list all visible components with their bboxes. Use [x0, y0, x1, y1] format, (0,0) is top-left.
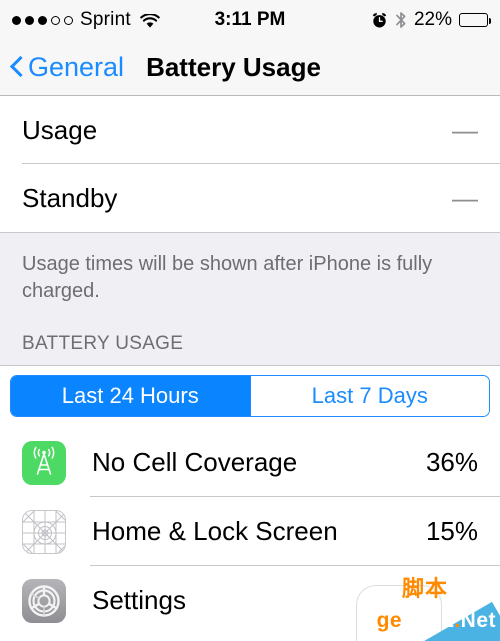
- list-item-label: Home & Lock Screen: [92, 516, 338, 546]
- segmented-control-container: Last 24 Hours Last 7 Days: [0, 365, 500, 428]
- list-item-percent: 36%: [425, 447, 478, 477]
- signal-dot-filled: [38, 15, 47, 25]
- status-bar-left: Sprint: [12, 9, 160, 31]
- list-item-home-lock-screen[interactable]: Home & Lock Screen 15%: [0, 497, 500, 566]
- table-row-standby[interactable]: Standby —: [0, 164, 500, 232]
- alarm-clock-icon: [371, 12, 388, 29]
- back-button[interactable]: General: [10, 52, 124, 83]
- signal-dot-filled: [25, 15, 34, 25]
- settings-gear-icon: [22, 578, 66, 623]
- row-value: —: [452, 183, 478, 213]
- segment-label: Last 24 Hours: [61, 383, 199, 408]
- section-header-battery-usage: BATTERY USAGE: [0, 319, 500, 365]
- settings-content: Usage — Standby — Usage times will be sh…: [0, 96, 500, 635]
- row-label: Standby: [22, 182, 118, 213]
- signal-dot-filled: [12, 15, 21, 25]
- list-item-label: No Cell Coverage: [92, 447, 298, 477]
- signal-dot-empty: [64, 15, 73, 25]
- home-lock-screen-icon: [22, 509, 66, 554]
- carrier-label: Sprint: [80, 9, 131, 30]
- back-button-label: General: [28, 52, 125, 82]
- row-value: —: [452, 115, 478, 145]
- time-range-segmented-control[interactable]: Last 24 Hours Last 7 Days: [10, 375, 490, 417]
- footer-note-text: Usage times will be shown after iPhone i…: [22, 253, 433, 302]
- usage-footer-note: Usage times will be shown after iPhone i…: [0, 232, 500, 319]
- segment-last-24-hours[interactable]: Last 24 Hours: [11, 376, 250, 416]
- chevron-left-icon: [10, 56, 23, 79]
- segment-last-7-days[interactable]: Last 7 Days: [249, 376, 489, 416]
- navigation-bar: General Battery Usage: [0, 40, 500, 96]
- status-bar: Sprint 3:11 PM 22%: [0, 0, 500, 40]
- bluetooth-icon: [395, 11, 407, 29]
- list-item-no-cell-coverage[interactable]: No Cell Coverage 36%: [0, 428, 500, 497]
- page-title: Battery Usage: [146, 52, 321, 82]
- status-bar-right: 22%: [371, 9, 491, 31]
- table-row-usage[interactable]: Usage —: [0, 96, 500, 164]
- cell-tower-icon: [22, 440, 66, 485]
- signal-dot-empty: [51, 15, 60, 25]
- iphone-screen: Sprint 3:11 PM 22% General Battery Usage…: [0, 0, 500, 641]
- battery-percent-label: 22%: [413, 9, 452, 30]
- list-item-percent: 15%: [425, 516, 478, 546]
- partial-icon-outline: [356, 585, 442, 641]
- list-item-label: Settings: [92, 585, 186, 615]
- battery-icon: [459, 13, 491, 27]
- wifi-icon: [140, 12, 160, 28]
- row-label: Usage: [22, 114, 98, 145]
- signal-strength-dots: [12, 15, 73, 25]
- segment-label: Last 7 Days: [311, 383, 428, 408]
- usage-time-group: Usage — Standby —: [0, 96, 500, 232]
